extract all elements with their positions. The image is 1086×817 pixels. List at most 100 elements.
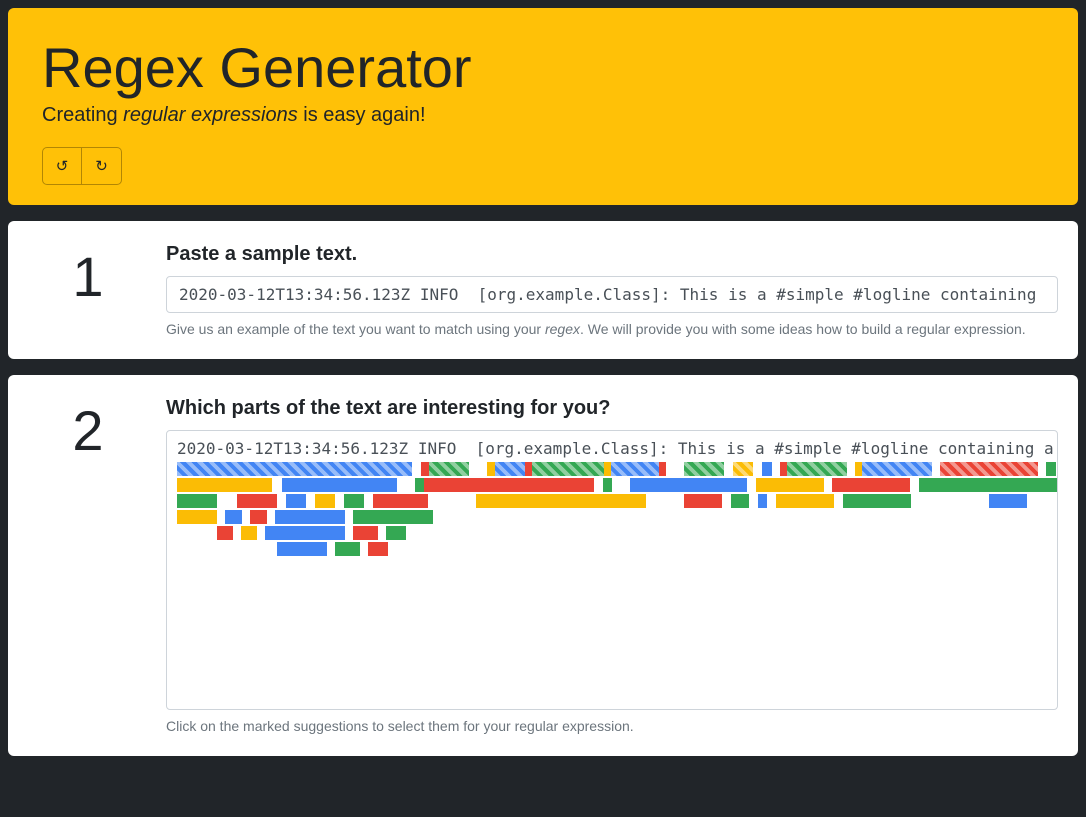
match-segment[interactable]: [604, 462, 611, 476]
match-segment[interactable]: [177, 510, 217, 524]
match-gap: [397, 478, 415, 492]
match-segment[interactable]: [275, 510, 345, 524]
match-gap: [646, 494, 684, 508]
match-gap: [217, 510, 225, 524]
step-2-title: Which parts of the text are interesting …: [166, 397, 1058, 420]
match-segment[interactable]: [532, 462, 604, 476]
match-segment[interactable]: [843, 494, 911, 508]
match-segment[interactable]: [286, 494, 306, 508]
match-gap: [233, 526, 241, 540]
match-gap: [327, 542, 335, 556]
app-header: Regex Generator Creating regular express…: [8, 8, 1078, 205]
match-segment[interactable]: [940, 462, 1038, 476]
redo-button[interactable]: ↻: [82, 147, 122, 185]
match-segment[interactable]: [919, 478, 1058, 492]
match-segment[interactable]: [776, 494, 834, 508]
match-segment[interactable]: [353, 526, 378, 540]
match-segment[interactable]: [225, 510, 242, 524]
match-segment[interactable]: [630, 478, 747, 492]
match-gap: [428, 494, 446, 508]
match-segment[interactable]: [659, 462, 666, 476]
match-segment[interactable]: [762, 462, 772, 476]
match-segment[interactable]: [780, 462, 787, 476]
sample-text-input[interactable]: [166, 276, 1058, 313]
match-gap: [364, 494, 373, 508]
match-segment[interactable]: [989, 494, 1027, 508]
match-gap: [257, 526, 265, 540]
match-gap: [753, 462, 762, 476]
match-segment[interactable]: [368, 542, 388, 556]
step-number: 1: [28, 243, 148, 337]
match-row: [177, 510, 1047, 524]
redo-icon: ↻: [95, 157, 108, 175]
match-segment[interactable]: [265, 526, 345, 540]
match-row: [177, 494, 1047, 508]
match-segment[interactable]: [277, 542, 327, 556]
step-2-hint: Click on the marked suggestions to selec…: [166, 718, 1058, 734]
match-gap: [911, 494, 989, 508]
match-segment[interactable]: [684, 494, 722, 508]
match-segment[interactable]: [177, 462, 412, 476]
match-segment[interactable]: [315, 494, 335, 508]
match-segment[interactable]: [758, 494, 767, 508]
match-segment[interactable]: [237, 494, 277, 508]
match-segment[interactable]: [250, 510, 267, 524]
match-segment[interactable]: [733, 462, 753, 476]
match-segment[interactable]: [832, 478, 910, 492]
step-1-card: 1 Paste a sample text. Give us an exampl…: [8, 221, 1078, 359]
match-segment[interactable]: [353, 510, 433, 524]
match-gap: [834, 494, 843, 508]
match-segment[interactable]: [373, 494, 428, 508]
match-gap: [360, 542, 368, 556]
match-gap: [1027, 494, 1058, 508]
match-gap: [772, 462, 780, 476]
match-segment[interactable]: [855, 462, 862, 476]
match-segment[interactable]: [487, 462, 495, 476]
match-gap: [847, 462, 855, 476]
match-segment[interactable]: [217, 526, 233, 540]
match-segment[interactable]: [386, 526, 406, 540]
match-gap: [446, 494, 476, 508]
match-segment[interactable]: [177, 478, 272, 492]
match-row: [177, 462, 1047, 476]
match-segment[interactable]: [415, 478, 424, 492]
match-segment[interactable]: [731, 494, 749, 508]
match-segment[interactable]: [684, 462, 724, 476]
match-segment[interactable]: [476, 494, 646, 508]
match-row: [177, 478, 1047, 492]
match-segment[interactable]: [1046, 462, 1056, 476]
match-gap: [749, 494, 758, 508]
match-gap: [335, 494, 344, 508]
match-segment[interactable]: [335, 542, 360, 556]
match-gap: [594, 478, 603, 492]
match-segment[interactable]: [756, 478, 824, 492]
match-segment[interactable]: [424, 478, 594, 492]
match-gap: [378, 526, 386, 540]
match-segment[interactable]: [282, 478, 397, 492]
match-gap: [1038, 462, 1046, 476]
match-suggestions-box: 2020-03-12T13:34:56.123Z INFO [org.examp…: [166, 430, 1058, 710]
match-gap: [277, 494, 286, 508]
match-gap: [177, 542, 277, 556]
match-gap: [932, 462, 940, 476]
undo-button[interactable]: ↺: [42, 147, 82, 185]
match-segment[interactable]: [862, 462, 932, 476]
match-gap: [1056, 462, 1058, 476]
match-gap: [747, 478, 756, 492]
match-segment[interactable]: [241, 526, 257, 540]
match-row: [177, 526, 1047, 540]
match-segment[interactable]: [611, 462, 659, 476]
history-controls: ↺ ↻: [42, 147, 1044, 185]
match-segment[interactable]: [603, 478, 612, 492]
match-segment[interactable]: [177, 494, 217, 508]
match-gap: [469, 462, 487, 476]
match-segment[interactable]: [344, 494, 364, 508]
match-segment[interactable]: [421, 462, 429, 476]
match-gap: [767, 494, 776, 508]
match-segment[interactable]: [787, 462, 847, 476]
match-segment[interactable]: [429, 462, 469, 476]
match-gap: [666, 462, 684, 476]
match-gap: [306, 494, 315, 508]
match-segment[interactable]: [495, 462, 525, 476]
match-segment[interactable]: [525, 462, 532, 476]
